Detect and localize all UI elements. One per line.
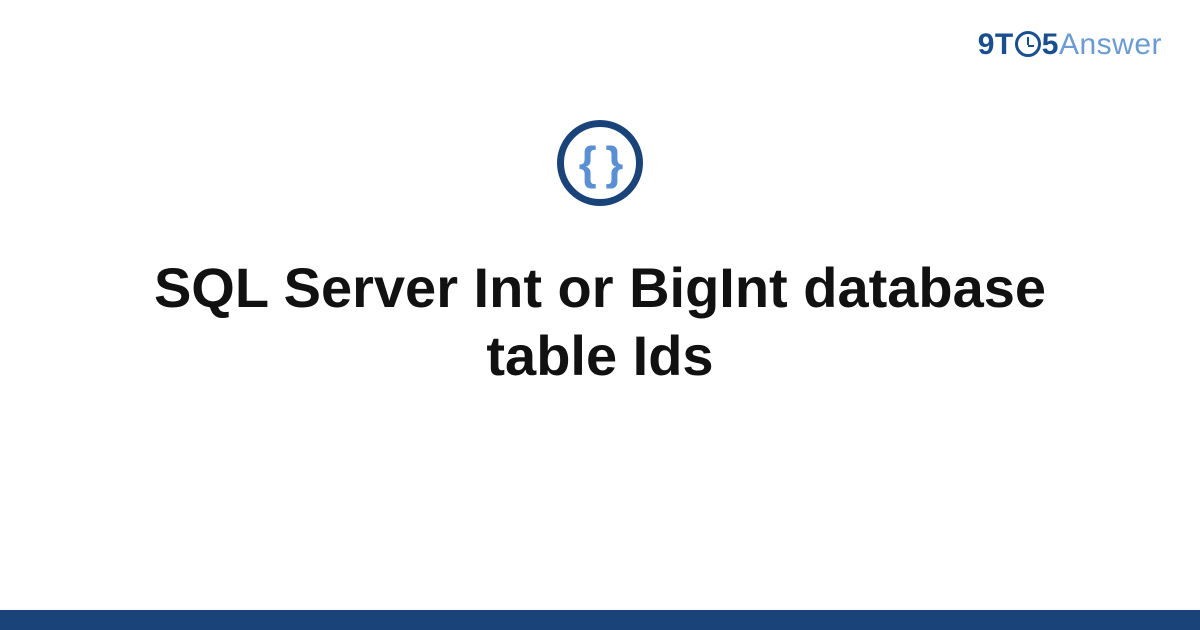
braces-glyph: { } [579,140,622,186]
footer-accent-bar [0,610,1200,630]
logo-text-5: 5 [1042,28,1059,61]
main-content: { } SQL Server Int or BigInt database ta… [0,120,1200,391]
clock-icon [1015,31,1041,57]
page-title: SQL Server Int or BigInt database table … [60,254,1140,391]
code-braces-icon: { } [557,120,643,206]
logo-text-answer: Answer [1059,28,1162,61]
site-logo: 9T 5Answer [978,28,1162,62]
logo-text-9t: 9T [978,28,1014,61]
